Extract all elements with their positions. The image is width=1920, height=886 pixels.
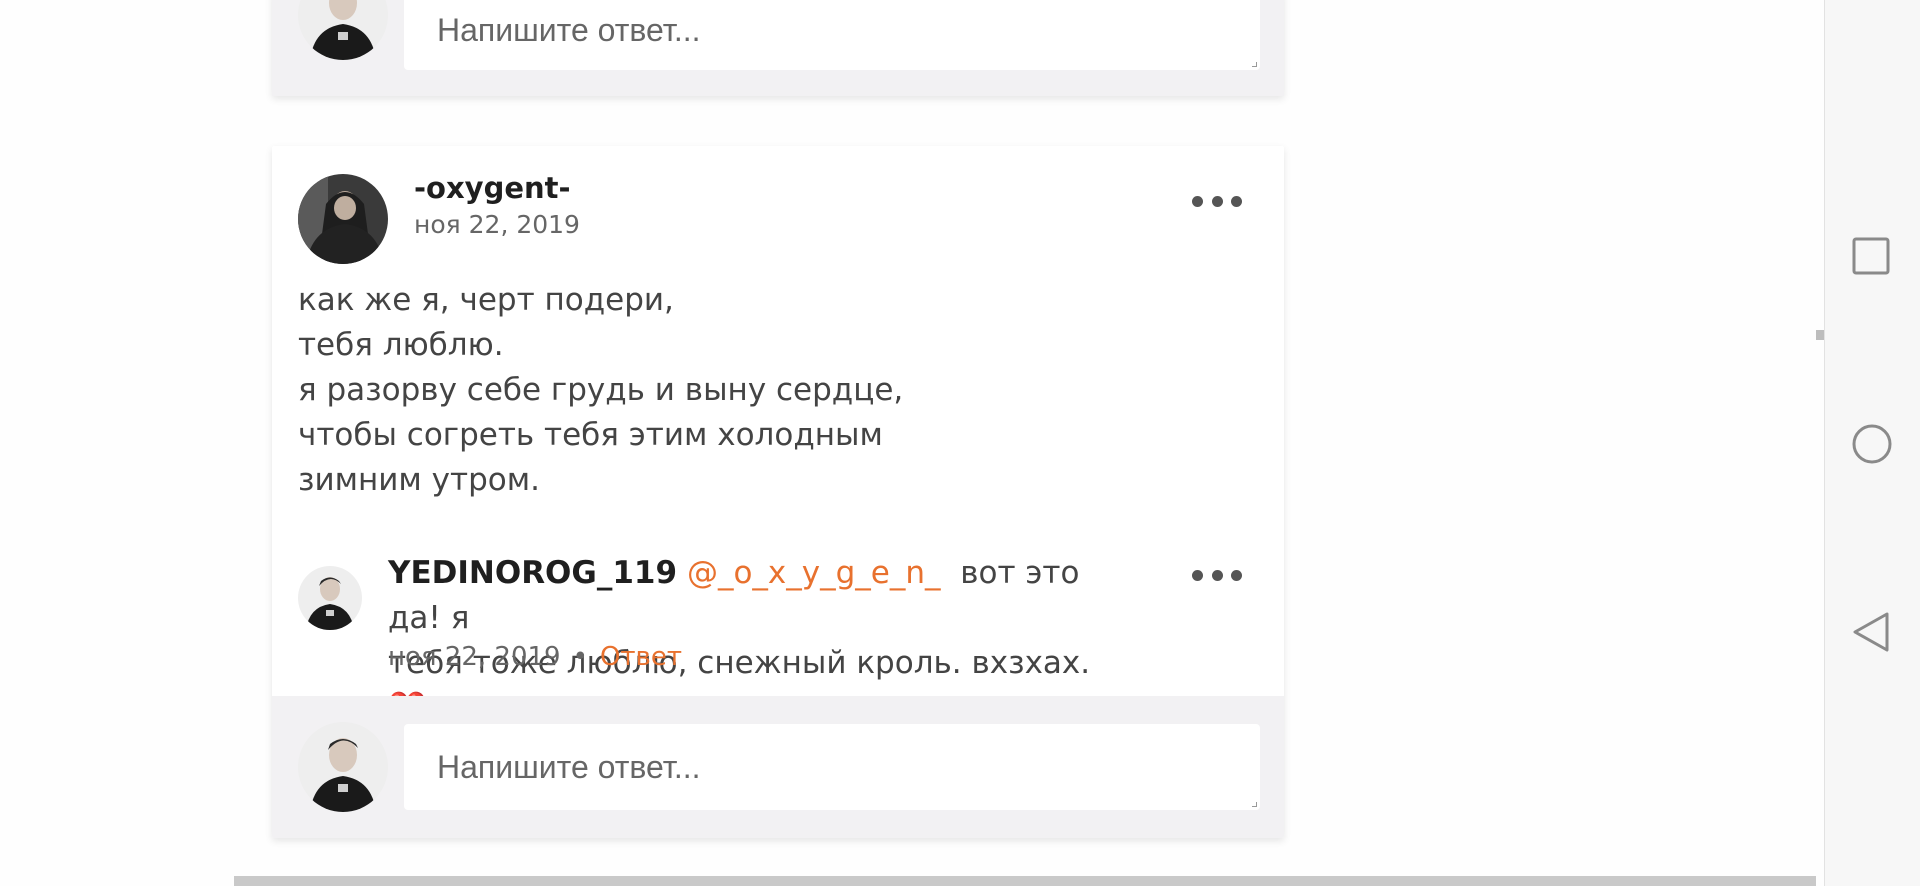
- comment-meta: ноя 22, 2019 • Ответ: [388, 642, 682, 672]
- post-body: как же я, черт подери, тебя люблю. я раз…: [298, 278, 1198, 503]
- post-body-line: тебя люблю.: [298, 327, 504, 363]
- author-avatar[interactable]: [298, 174, 388, 264]
- comment-date: ноя 22, 2019: [388, 642, 561, 672]
- system-navigation-bar: [1824, 0, 1920, 886]
- square-icon[interactable]: [1851, 236, 1891, 280]
- reply-bar: Напишите ответ...: [272, 696, 1284, 838]
- more-horizontal-icon: [1192, 569, 1203, 581]
- commenter-avatar[interactable]: [298, 566, 362, 630]
- circle-icon[interactable]: [1851, 423, 1893, 469]
- resize-handle[interactable]: [1252, 62, 1257, 67]
- reply-input-placeholder: Напишите ответ...: [437, 11, 701, 48]
- post-body-line: зимним утром.: [298, 462, 540, 498]
- reply-input[interactable]: Напишите ответ...: [404, 724, 1260, 810]
- post-body-line: чтобы согреть тебя этим холодным: [298, 417, 883, 453]
- resize-handle[interactable]: [1252, 802, 1257, 807]
- post-body-line: как же я, черт подери,: [298, 282, 674, 318]
- post-body-line: я разорву себе грудь и выну сердце,: [298, 372, 904, 408]
- more-horizontal-icon: [1192, 195, 1203, 207]
- meta-separator: •: [572, 642, 588, 672]
- comment-mention[interactable]: @_o_x_y_g_e_n_: [687, 555, 941, 591]
- triangle-back-icon[interactable]: [1851, 610, 1891, 658]
- current-user-avatar[interactable]: [298, 0, 388, 60]
- scroll-indicator: [1816, 330, 1824, 340]
- current-user-avatar[interactable]: [298, 722, 388, 812]
- reply-link[interactable]: Ответ: [600, 642, 682, 672]
- reply-input[interactable]: Напишите ответ...: [404, 0, 1260, 70]
- comment-more-button[interactable]: [1192, 565, 1242, 585]
- author-name[interactable]: -oxygent-: [414, 171, 571, 205]
- post-card: -oxygent- ноя 22, 2019 как же я, черт по…: [272, 146, 1284, 838]
- horizontal-scrollbar[interactable]: [234, 876, 1816, 886]
- post-more-button[interactable]: [1192, 191, 1242, 211]
- post-date: ноя 22, 2019: [414, 210, 580, 239]
- reply-bar: Напишите ответ...: [272, 0, 1284, 96]
- reply-input-placeholder: Напишите ответ...: [437, 748, 701, 785]
- previous-comment-card: Напишите ответ...: [272, 0, 1284, 96]
- comment-username[interactable]: YEDINOROG_119: [388, 555, 677, 591]
